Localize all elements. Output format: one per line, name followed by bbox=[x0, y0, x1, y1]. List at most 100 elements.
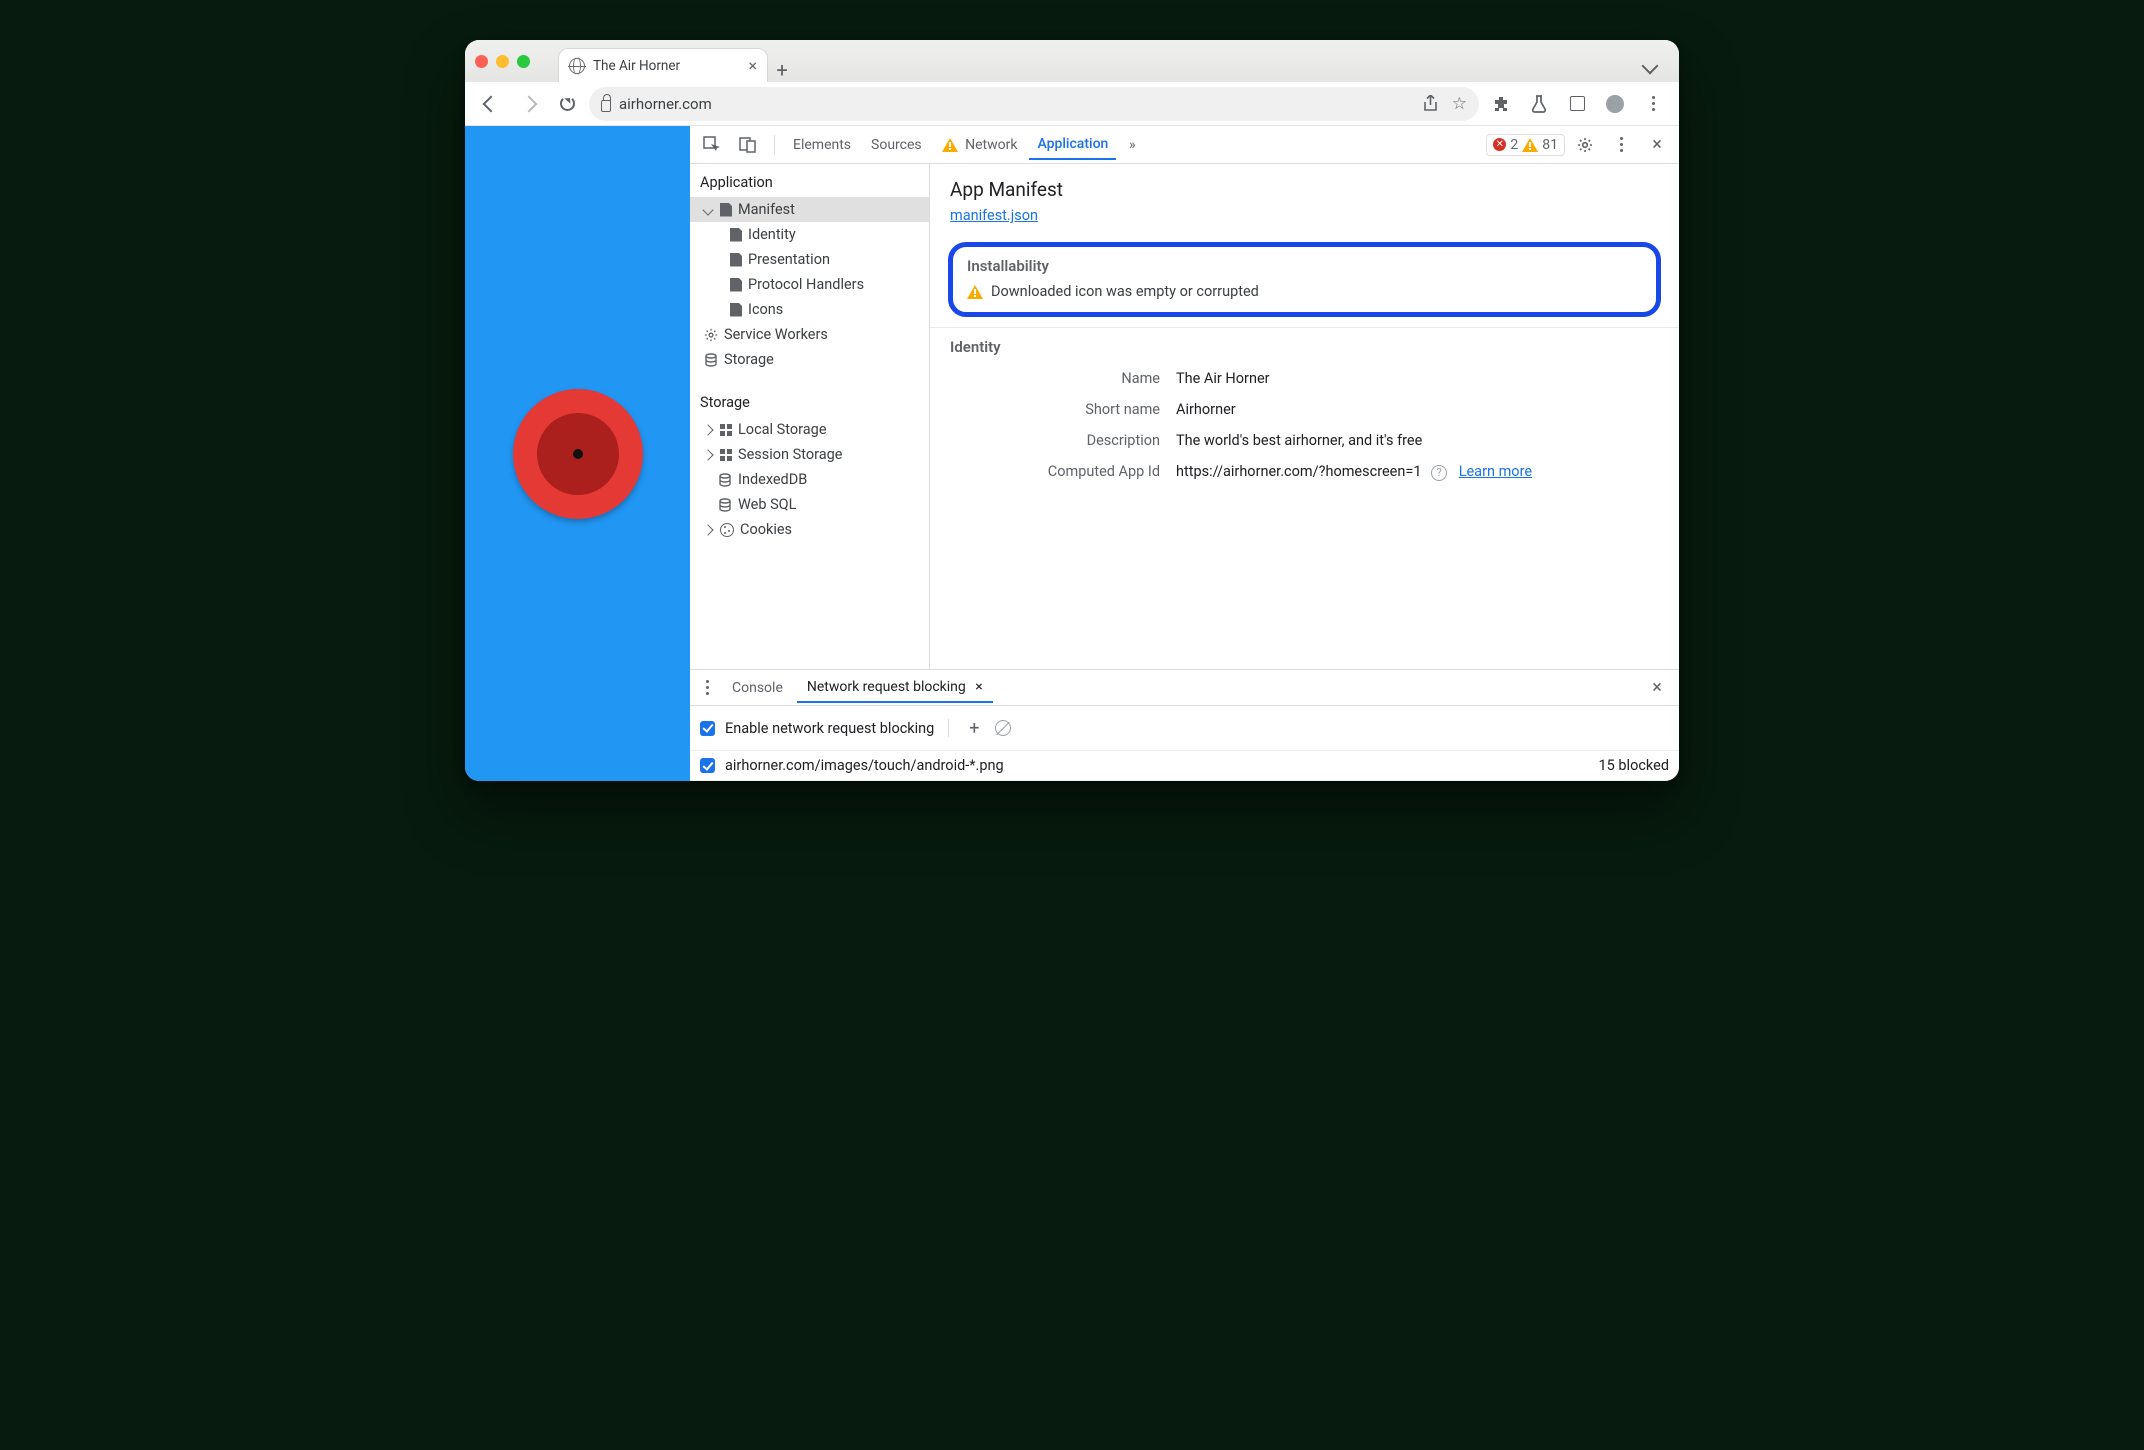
globe-icon bbox=[569, 58, 585, 74]
add-pattern-button[interactable]: + bbox=[963, 712, 985, 744]
page-viewport bbox=[465, 126, 690, 781]
airhorn-button[interactable] bbox=[513, 389, 643, 519]
database-icon bbox=[718, 473, 732, 487]
enable-blocking-label: Enable network request blocking bbox=[725, 720, 934, 737]
field-value-appid: https://airhorner.com/?homescreen=1 bbox=[1176, 463, 1421, 480]
back-button[interactable] bbox=[475, 88, 507, 120]
sidebar-item-local-storage[interactable]: Local Storage bbox=[690, 417, 929, 442]
field-value-name: The Air Horner bbox=[1176, 370, 1270, 387]
tab-elements[interactable]: Elements bbox=[785, 131, 859, 159]
forward-button[interactable] bbox=[513, 88, 545, 120]
close-devtools-icon[interactable]: × bbox=[1641, 129, 1673, 161]
error-count: 2 bbox=[1510, 137, 1518, 153]
field-label-shortname: Short name bbox=[950, 401, 1160, 418]
sidebar-item-cookies[interactable]: Cookies bbox=[690, 517, 929, 542]
warning-icon bbox=[942, 138, 958, 152]
file-icon bbox=[730, 303, 742, 317]
devtools-panel: Elements Sources Network Application » ✕… bbox=[690, 126, 1679, 781]
cookie-icon bbox=[720, 523, 734, 537]
identity-heading: Identity bbox=[950, 338, 1659, 356]
share-icon[interactable] bbox=[1423, 95, 1438, 112]
devtools-drawer: Console Network request blocking × × Ena… bbox=[690, 669, 1679, 781]
window-controls[interactable] bbox=[475, 55, 530, 68]
blocked-count: 15 blocked bbox=[1599, 757, 1670, 774]
manifest-panel: App Manifest manifest.json Installabilit… bbox=[930, 164, 1679, 669]
issue-counts[interactable]: ✕ 2 81 bbox=[1486, 134, 1565, 156]
browser-tab[interactable]: The Air Horner × bbox=[558, 48, 768, 82]
sidebar-item-storage[interactable]: Storage bbox=[690, 347, 929, 372]
database-icon bbox=[704, 353, 718, 367]
side-panel-icon[interactable] bbox=[1561, 88, 1593, 120]
enable-blocking-checkbox[interactable] bbox=[700, 721, 715, 736]
settings-icon[interactable] bbox=[1569, 129, 1601, 161]
sidebar-item-service-workers[interactable]: Service Workers bbox=[690, 322, 929, 347]
grid-icon bbox=[720, 449, 732, 461]
bookmark-icon[interactable]: ☆ bbox=[1452, 94, 1467, 114]
tab-sources[interactable]: Sources bbox=[863, 131, 930, 159]
sidebar-item-web-sql[interactable]: Web SQL bbox=[690, 492, 929, 517]
new-tab-button[interactable]: + bbox=[768, 58, 796, 82]
pattern-checkbox[interactable] bbox=[700, 758, 715, 773]
learn-more-link[interactable]: Learn more bbox=[1459, 463, 1532, 480]
tab-network[interactable]: Network bbox=[934, 131, 1026, 159]
extensions-icon[interactable] bbox=[1485, 88, 1517, 120]
file-icon bbox=[730, 253, 742, 267]
lock-icon bbox=[601, 100, 611, 112]
sidebar-item-indexeddb[interactable]: IndexedDB bbox=[690, 467, 929, 492]
tab-application[interactable]: Application bbox=[1029, 130, 1116, 160]
installability-heading: Installability bbox=[967, 257, 1642, 275]
sidebar-item-identity[interactable]: Identity bbox=[690, 222, 929, 247]
warning-icon bbox=[1522, 138, 1538, 152]
field-value-shortname: Airhorner bbox=[1176, 401, 1236, 418]
devtools-menu-icon[interactable] bbox=[1605, 129, 1637, 161]
installability-warning-text: Downloaded icon was empty or corrupted bbox=[991, 283, 1259, 300]
browser-menu-icon[interactable] bbox=[1637, 88, 1669, 120]
drawer-tab-network-blocking[interactable]: Network request blocking × bbox=[797, 673, 993, 703]
browser-toolbar: airhorner.com ☆ bbox=[465, 82, 1679, 126]
drawer-tab-console[interactable]: Console bbox=[722, 674, 793, 702]
address-bar[interactable]: airhorner.com ☆ bbox=[589, 87, 1479, 121]
sidebar-item-manifest[interactable]: Manifest bbox=[690, 197, 929, 222]
error-icon: ✕ bbox=[1493, 138, 1506, 151]
tab-list-button[interactable] bbox=[1637, 50, 1669, 82]
window-titlebar: The Air Horner × + bbox=[465, 40, 1679, 82]
sidebar-item-session-storage[interactable]: Session Storage bbox=[690, 442, 929, 467]
reload-button[interactable] bbox=[551, 88, 583, 120]
field-label-name: Name bbox=[950, 370, 1160, 387]
file-icon bbox=[730, 278, 742, 292]
close-tab-icon[interactable]: × bbox=[748, 56, 757, 75]
sidebar-item-presentation[interactable]: Presentation bbox=[690, 247, 929, 272]
sidebar-item-protocol-handlers[interactable]: Protocol Handlers bbox=[690, 272, 929, 297]
device-toggle-icon[interactable] bbox=[732, 129, 764, 161]
sidebar-group-storage: Storage bbox=[690, 384, 929, 417]
blocking-pattern[interactable]: airhorner.com/images/touch/android-*.png bbox=[725, 757, 1004, 774]
clear-patterns-icon[interactable] bbox=[995, 720, 1011, 736]
tab-title: The Air Horner bbox=[593, 58, 680, 74]
drawer-menu-icon[interactable] bbox=[696, 672, 718, 704]
field-value-description: The world's best airhorner, and it's fre… bbox=[1176, 432, 1422, 449]
grid-icon bbox=[720, 424, 732, 436]
more-tabs-icon[interactable]: » bbox=[1120, 129, 1144, 161]
file-icon bbox=[720, 203, 732, 217]
sidebar-item-icons[interactable]: Icons bbox=[690, 297, 929, 322]
field-label-appid: Computed App Id bbox=[950, 463, 1160, 480]
inspect-element-icon[interactable] bbox=[696, 129, 728, 161]
close-drawer-tab-icon[interactable]: × bbox=[975, 679, 982, 695]
panel-heading: App Manifest bbox=[950, 178, 1659, 201]
fullscreen-window-icon[interactable] bbox=[517, 55, 530, 68]
warn-count: 81 bbox=[1542, 137, 1558, 153]
identity-section: Identity Name The Air Horner Short name Ai… bbox=[930, 328, 1679, 505]
help-icon[interactable]: ? bbox=[1431, 465, 1447, 481]
manifest-link[interactable]: manifest.json bbox=[950, 207, 1038, 224]
gear-icon bbox=[704, 328, 718, 342]
sidebar-group-application: Application bbox=[690, 164, 929, 197]
minimize-window-icon[interactable] bbox=[496, 55, 509, 68]
profile-avatar[interactable] bbox=[1599, 88, 1631, 120]
close-drawer-icon[interactable]: × bbox=[1641, 672, 1673, 704]
close-window-icon[interactable] bbox=[475, 55, 488, 68]
database-icon bbox=[718, 498, 732, 512]
labs-icon[interactable] bbox=[1523, 88, 1555, 120]
url-text: airhorner.com bbox=[619, 95, 712, 113]
field-label-description: Description bbox=[950, 432, 1160, 449]
installability-section: Installability Downloaded icon was empty… bbox=[948, 242, 1661, 317]
